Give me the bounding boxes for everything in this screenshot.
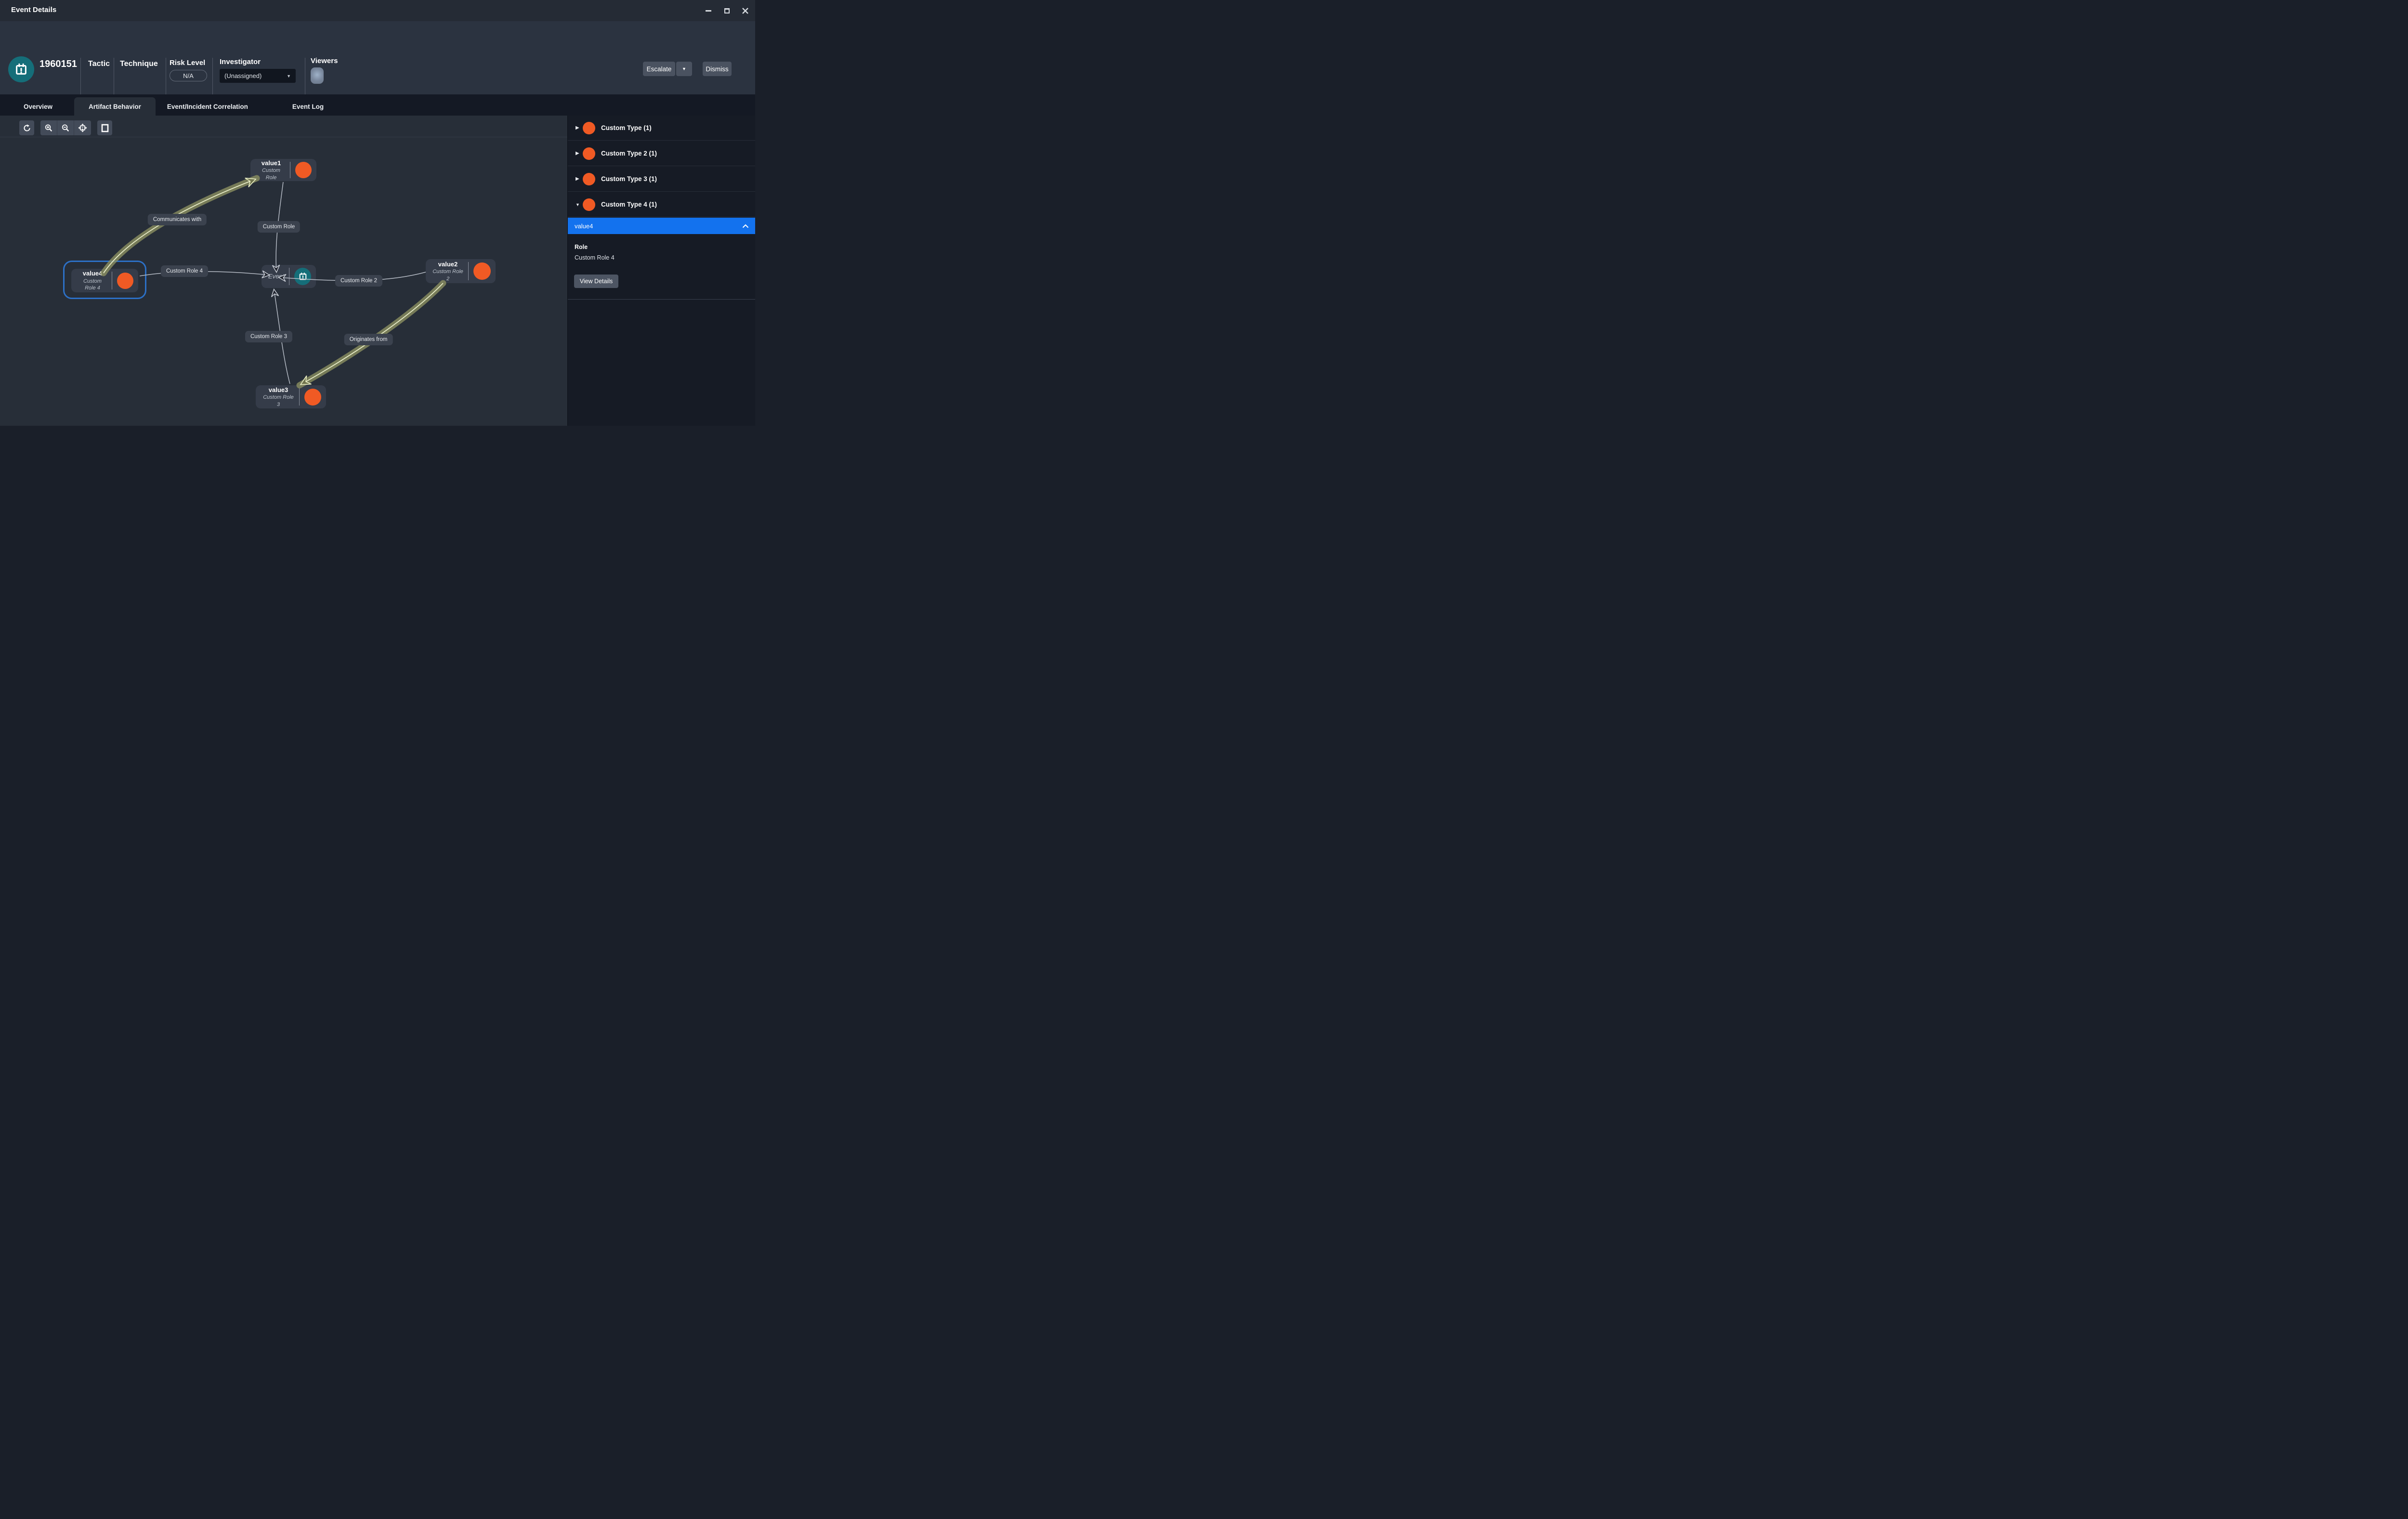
- zoom-in-icon: [44, 124, 53, 132]
- node-role: Custom Role: [257, 167, 285, 181]
- type-color-dot: [583, 198, 595, 211]
- viewer-avatar: [311, 67, 324, 84]
- refresh-icon: [23, 124, 31, 132]
- zoom-out-button[interactable]: [57, 120, 74, 135]
- sidebar-item-value4[interactable]: value4: [568, 218, 755, 234]
- tab-overview[interactable]: Overview: [19, 97, 57, 116]
- event-header: 1960151 Tactic Technique Risk Level N/A …: [0, 21, 755, 94]
- node-role: Custom Role 2: [432, 268, 463, 282]
- overview-toggle-button[interactable]: [97, 120, 112, 135]
- view-details-button[interactable]: View Details: [574, 275, 618, 288]
- caret-right-icon[interactable]: ▶: [576, 176, 582, 182]
- minimize-icon: [706, 10, 711, 12]
- event-details-window: Event Details 1960151 Tactic Technique R…: [0, 0, 755, 426]
- investigator-value: (Unassigned): [224, 72, 262, 79]
- node-role: Custom Role 3: [262, 394, 294, 408]
- risk-level-badge: N/A: [170, 70, 207, 81]
- artifact-type-dot: [304, 389, 321, 406]
- sidebar-group-custom-type-2[interactable]: ▶ Custom Type 2 (1): [568, 141, 755, 166]
- tab-event-log[interactable]: Event Log: [283, 97, 333, 116]
- caret-right-icon[interactable]: ▶: [576, 125, 582, 131]
- maximize-icon: [724, 8, 730, 13]
- edge-value4-value1: [104, 180, 254, 273]
- minimize-button[interactable]: [704, 6, 713, 15]
- event-type-badge: [8, 56, 34, 82]
- viewers-label: Viewers: [311, 57, 338, 65]
- risk-level-label: Risk Level: [170, 59, 205, 67]
- artifact-type-dot: [117, 273, 133, 289]
- graph-node-value3[interactable]: value3 Custom Role 3: [256, 385, 326, 408]
- graph-node-value2[interactable]: value2 Custom Role 2: [426, 259, 496, 283]
- role-value: Custom Role 4: [575, 254, 615, 261]
- titlebar: Event Details: [0, 0, 755, 21]
- type-color-dot: [583, 173, 595, 185]
- edge-label-originates-from: Originates from: [344, 334, 393, 345]
- graph-node-event[interactable]: Event: [262, 265, 316, 288]
- graph-canvas[interactable]: value1 Custom Role value2 Custom Role 2 …: [0, 116, 567, 426]
- node-name: value1: [257, 159, 285, 168]
- edge-label-custom-role-4: Custom Role 4: [161, 265, 208, 277]
- tactic-label: Tactic: [88, 60, 110, 68]
- caret-right-icon[interactable]: ▶: [576, 151, 582, 156]
- close-button[interactable]: [741, 6, 749, 15]
- edge-label-custom-role: Custom Role: [258, 221, 300, 233]
- calendar-alert-icon: [298, 272, 308, 281]
- zoom-in-button[interactable]: [40, 120, 57, 135]
- tab-bar: Overview Artifact Behavior Event/Inciden…: [0, 94, 755, 116]
- edge-value4-value1-band: [104, 178, 257, 273]
- fit-to-screen-icon: [78, 123, 87, 132]
- zoom-controls: [40, 120, 91, 135]
- node-name: Event: [268, 273, 284, 281]
- chevron-down-icon: ▼: [287, 74, 291, 79]
- event-id: 1960151: [39, 59, 77, 70]
- fit-to-screen-button[interactable]: [74, 120, 91, 135]
- sidebar-group-custom-type-4[interactable]: ▼ Custom Type 4 (1): [568, 192, 755, 217]
- technique-label: Technique: [120, 60, 158, 68]
- window-title: Event Details: [11, 6, 56, 14]
- edge-label-custom-role-3: Custom Role 3: [245, 331, 292, 342]
- chevron-up-icon: [742, 224, 749, 228]
- dismiss-button[interactable]: Dismiss: [703, 62, 732, 76]
- close-icon: [742, 8, 748, 14]
- event-type-dot: [294, 268, 311, 285]
- tab-artifact-behavior[interactable]: Artifact Behavior: [74, 97, 156, 116]
- investigator-select[interactable]: (Unassigned) ▼: [220, 69, 296, 83]
- node-name: value3: [262, 386, 294, 394]
- type-color-dot: [583, 122, 595, 134]
- sidebar-group-custom-type[interactable]: ▶ Custom Type (1): [568, 116, 755, 141]
- edge-label-custom-role-2: Custom Role 2: [335, 275, 382, 287]
- node-name: value4: [78, 269, 107, 278]
- role-label: Role: [575, 244, 588, 250]
- maximize-button[interactable]: [722, 6, 731, 15]
- sidebar-group-custom-type-3[interactable]: ▶ Custom Type 3 (1): [568, 167, 755, 192]
- graph-node-value1[interactable]: value1 Custom Role: [250, 159, 316, 181]
- zoom-out-icon: [61, 124, 70, 132]
- refresh-layout-button[interactable]: [19, 120, 34, 135]
- caret-down-icon[interactable]: ▼: [576, 202, 582, 207]
- graph-node-value4[interactable]: value4 Custom Role 4: [71, 269, 138, 292]
- escalate-menu-button[interactable]: ▼: [676, 62, 692, 76]
- investigator-label: Investigator: [220, 58, 261, 66]
- escalate-button[interactable]: Escalate: [643, 62, 675, 76]
- node-name: value2: [432, 260, 463, 269]
- artifact-list-panel: ▶ Custom Type (1) ▶ Custom Type 2 (1) ▶ …: [567, 116, 755, 426]
- type-color-dot: [583, 147, 595, 160]
- overview-panel-icon: [101, 124, 109, 132]
- artifact-type-dot: [473, 262, 491, 280]
- tab-event-incident-correlation[interactable]: Event/Incident Correlation: [157, 97, 258, 116]
- artifact-type-dot: [295, 162, 312, 178]
- edge-label-communicates-with: Communicates with: [148, 214, 207, 225]
- node-role: Custom Role 4: [78, 278, 107, 292]
- calendar-alert-icon: [14, 62, 28, 77]
